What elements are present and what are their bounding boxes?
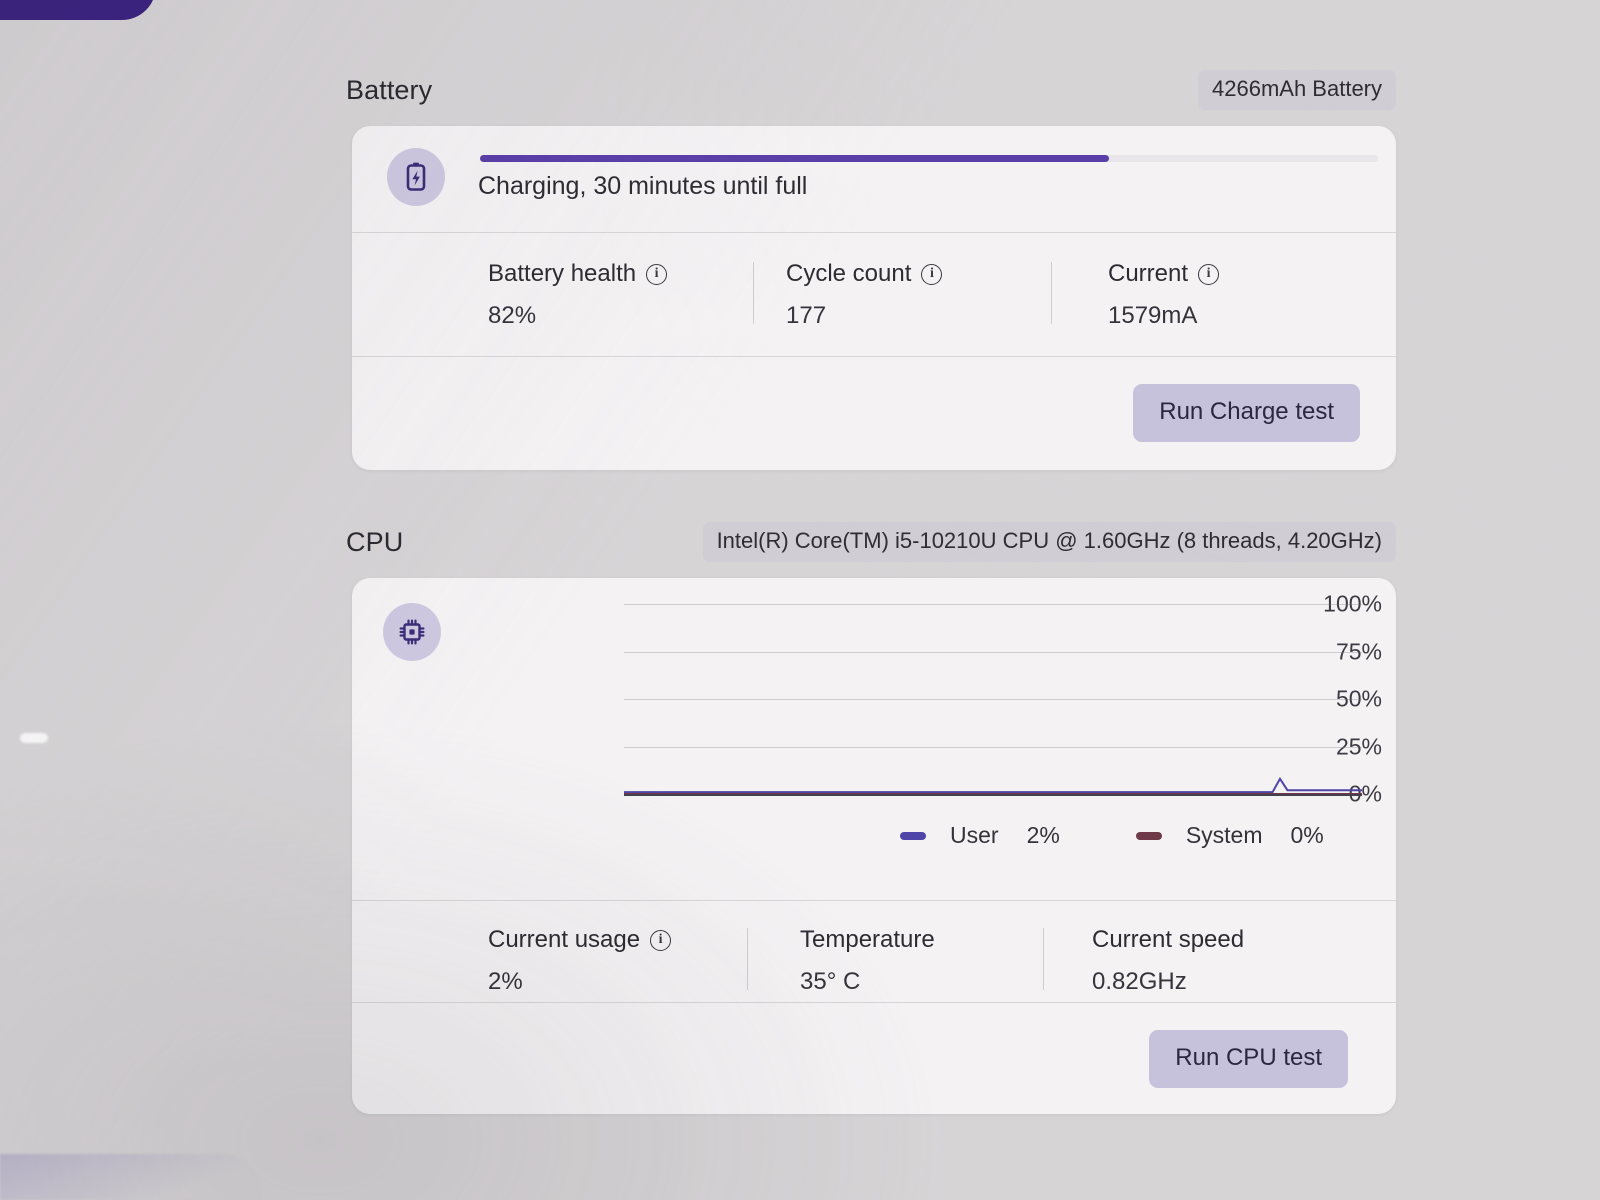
cpu-divider-top: [352, 900, 1396, 901]
stat-cycle-count-label: Cycle count i: [786, 260, 1052, 288]
cpu-divider-bottom: [352, 1002, 1396, 1003]
stat-temperature: Temperature 35° C: [748, 926, 1044, 996]
battery-charging-icon: [387, 148, 445, 206]
nav-corner-accent: [0, 0, 156, 20]
stat-current: Current i 1579mA: [1052, 260, 1352, 330]
cpu-section-header: CPU Intel(R) Core(TM) i5-10210U CPU @ 1.…: [346, 522, 1396, 562]
battery-card: Charging, 30 minutes until full Battery …: [352, 126, 1396, 470]
stat-battery-health-value: 82%: [488, 302, 537, 329]
battery-capacity-badge: 4266mAh Battery: [1198, 70, 1396, 110]
charge-progress-bar: [480, 155, 1378, 162]
page-title-battery: Battery: [346, 74, 433, 105]
info-icon[interactable]: i: [650, 929, 672, 951]
legend-value-system: 0%: [1290, 822, 1324, 848]
stat-current-speed-value: 0.82GHz: [1092, 968, 1187, 995]
stat-cycle-count-value: 177: [786, 302, 827, 329]
legend-item-user[interactable]: User 2%: [900, 822, 1060, 849]
stat-current-label: Current i: [1108, 260, 1352, 288]
chart-line-user: [624, 779, 1362, 792]
info-icon[interactable]: i: [646, 263, 668, 285]
legend-label-user: User: [950, 822, 999, 848]
cpu-usage-chart: 100% 75% 50% 25% 0% User 2% System 0%: [432, 591, 1382, 854]
run-charge-test-button[interactable]: Run Charge test: [1133, 384, 1360, 442]
info-icon[interactable]: i: [1198, 263, 1220, 285]
legend-swatch-user: [900, 831, 926, 840]
stat-current-usage-value: 2%: [488, 968, 523, 995]
stat-label-text: Current usage: [488, 926, 641, 953]
stat-battery-health-label: Battery health i: [488, 260, 754, 288]
stat-battery-health: Battery health i 82%: [488, 260, 754, 330]
stat-current-usage: Current usage i 2%: [488, 926, 748, 996]
battery-stats-row: Battery health i 82% Cycle count i 177 C…: [488, 260, 1352, 330]
chart-zero-axis: [624, 794, 1362, 796]
run-cpu-test-button[interactable]: Run CPU test: [1149, 1030, 1348, 1088]
stat-cycle-count: Cycle count i 177: [754, 260, 1052, 330]
stat-label-text: Current: [1108, 260, 1189, 287]
page-title-cpu: CPU: [346, 526, 404, 557]
stat-current-usage-label: Current usage i: [488, 926, 748, 954]
legend-item-system[interactable]: System 0%: [1135, 822, 1324, 849]
stat-label-text: Temperature: [800, 926, 935, 953]
stat-label-text: Battery health: [488, 260, 637, 287]
stat-label-text: Cycle count: [786, 260, 912, 287]
screen-glare-speck: [20, 733, 48, 743]
battery-section-header: Battery 4266mAh Battery: [346, 70, 1396, 110]
next-section-sliver: [0, 1154, 260, 1200]
stat-current-value: 1579mA: [1108, 302, 1198, 329]
chart-plot-area: [624, 604, 1362, 796]
battery-divider-bottom: [352, 356, 1396, 357]
stat-label-text: Current speed: [1092, 926, 1245, 953]
stat-current-speed: Current speed 0.82GHz: [1044, 926, 1344, 996]
legend-value-user: 2%: [1026, 822, 1060, 848]
cpu-card: 100% 75% 50% 25% 0% User 2% System 0% Cu…: [352, 578, 1396, 1114]
stat-temperature-label: Temperature: [800, 926, 1044, 954]
charge-progress-fill: [480, 155, 1109, 162]
info-icon[interactable]: i: [921, 263, 943, 285]
legend-label-system: System: [1185, 822, 1263, 848]
cpu-model-badge: Intel(R) Core(TM) i5-10210U CPU @ 1.60GH…: [702, 522, 1396, 562]
cpu-stats-row: Current usage i 2% Temperature 35° C Cur…: [488, 926, 1344, 996]
stat-temperature-value: 35° C: [800, 968, 861, 995]
battery-status-text: Charging, 30 minutes until full: [478, 172, 808, 200]
chart-legend: User 2% System 0%: [900, 822, 1324, 849]
legend-swatch-system: [1135, 831, 1162, 840]
battery-divider-top: [352, 232, 1396, 233]
stat-current-speed-label: Current speed: [1092, 926, 1344, 954]
